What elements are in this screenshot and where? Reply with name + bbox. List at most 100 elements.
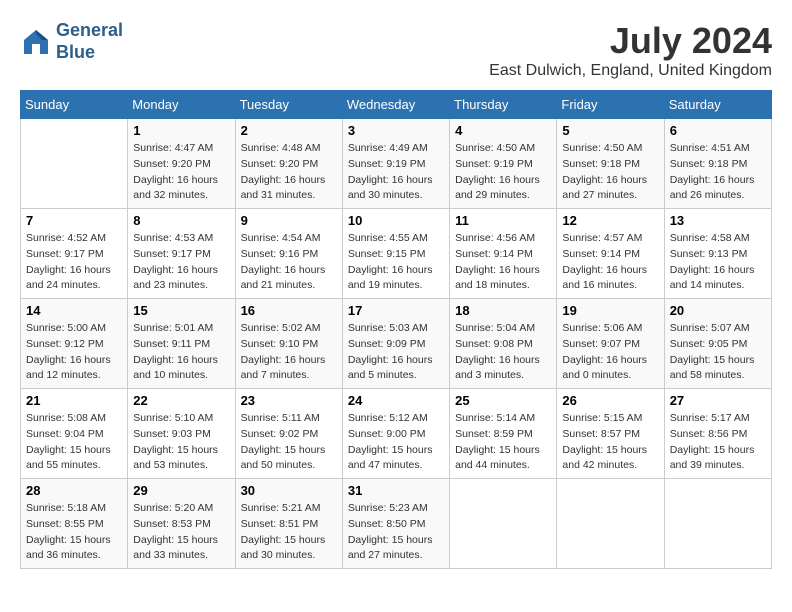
calendar-cell: 30 Sunrise: 5:21 AM Sunset: 8:51 PM Dayli…	[235, 479, 342, 569]
calendar-cell: 6 Sunrise: 4:51 AM Sunset: 9:18 PM Daylig…	[664, 119, 771, 209]
logo: General Blue	[20, 20, 123, 63]
calendar-cell: 28 Sunrise: 5:18 AM Sunset: 8:55 PM Dayli…	[21, 479, 128, 569]
day-info: Sunrise: 5:03 AM Sunset: 9:09 PM Dayligh…	[348, 321, 444, 384]
day-info: Sunrise: 4:57 AM Sunset: 9:14 PM Dayligh…	[562, 231, 658, 294]
day-number: 9	[241, 213, 337, 228]
week-row-1: 1Sunrise: 4:47 AM Sunset: 9:20 PM Daylig…	[21, 119, 772, 209]
day-number: 10	[348, 213, 444, 228]
logo-text: General Blue	[56, 20, 123, 63]
calendar-cell: 23 Sunrise: 5:11 AM Sunset: 9:02 PM Dayli…	[235, 389, 342, 479]
day-number: 30	[241, 483, 337, 498]
day-number: 19	[562, 303, 658, 318]
calendar-cell: 7Sunrise: 4:52 AM Sunset: 9:17 PM Daylig…	[21, 209, 128, 299]
day-info: Sunrise: 4:55 AM Sunset: 9:15 PM Dayligh…	[348, 231, 444, 294]
calendar-cell: 16 Sunrise: 5:02 AM Sunset: 9:10 PM Dayli…	[235, 299, 342, 389]
day-info: Sunrise: 5:11 AM Sunset: 9:02 PM Dayligh…	[241, 411, 337, 474]
day-info: Sunrise: 5:12 AM Sunset: 9:00 PM Dayligh…	[348, 411, 444, 474]
calendar-cell: 24 Sunrise: 5:12 AM Sunset: 9:00 PM Dayli…	[342, 389, 449, 479]
week-row-3: 14 Sunrise: 5:00 AM Sunset: 9:12 PM Dayli…	[21, 299, 772, 389]
calendar-cell: 31Sunrise: 5:23 AM Sunset: 8:50 PM Dayli…	[342, 479, 449, 569]
day-number: 28	[26, 483, 122, 498]
day-info: Sunrise: 5:00 AM Sunset: 9:12 PM Dayligh…	[26, 321, 122, 384]
day-number: 25	[455, 393, 551, 408]
day-info: Sunrise: 5:15 AM Sunset: 8:57 PM Dayligh…	[562, 411, 658, 474]
day-number: 16	[241, 303, 337, 318]
title-area: July 2024 East Dulwich, England, United …	[489, 20, 772, 80]
day-header-saturday: Saturday	[664, 91, 771, 119]
calendar-cell	[450, 479, 557, 569]
calendar-cell: 22 Sunrise: 5:10 AM Sunset: 9:03 PM Dayli…	[128, 389, 235, 479]
day-number: 23	[241, 393, 337, 408]
day-number: 20	[670, 303, 766, 318]
day-info: Sunrise: 4:48 AM Sunset: 9:20 PM Dayligh…	[241, 141, 337, 204]
calendar-cell: 14 Sunrise: 5:00 AM Sunset: 9:12 PM Dayli…	[21, 299, 128, 389]
calendar-cell: 5 Sunrise: 4:50 AM Sunset: 9:18 PM Daylig…	[557, 119, 664, 209]
calendar-cell: 21 Sunrise: 5:08 AM Sunset: 9:04 PM Dayli…	[21, 389, 128, 479]
day-info: Sunrise: 4:52 AM Sunset: 9:17 PM Dayligh…	[26, 231, 122, 294]
logo-icon	[20, 26, 52, 58]
day-info: Sunrise: 4:50 AM Sunset: 9:18 PM Dayligh…	[562, 141, 658, 204]
day-number: 12	[562, 213, 658, 228]
day-number: 15	[133, 303, 229, 318]
day-info: Sunrise: 5:23 AM Sunset: 8:50 PM Dayligh…	[348, 501, 444, 564]
day-info: Sunrise: 5:10 AM Sunset: 9:03 PM Dayligh…	[133, 411, 229, 474]
day-number: 27	[670, 393, 766, 408]
day-info: Sunrise: 5:18 AM Sunset: 8:55 PM Dayligh…	[26, 501, 122, 564]
day-header-monday: Monday	[128, 91, 235, 119]
day-info: Sunrise: 5:01 AM Sunset: 9:11 PM Dayligh…	[133, 321, 229, 384]
day-info: Sunrise: 5:17 AM Sunset: 8:56 PM Dayligh…	[670, 411, 766, 474]
calendar-cell: 9 Sunrise: 4:54 AM Sunset: 9:16 PM Daylig…	[235, 209, 342, 299]
calendar-cell: 27 Sunrise: 5:17 AM Sunset: 8:56 PM Dayli…	[664, 389, 771, 479]
page-header: General Blue July 2024 East Dulwich, Eng…	[20, 20, 772, 80]
day-info: Sunrise: 5:20 AM Sunset: 8:53 PM Dayligh…	[133, 501, 229, 564]
header-row: SundayMondayTuesdayWednesdayThursdayFrid…	[21, 91, 772, 119]
day-info: Sunrise: 5:21 AM Sunset: 8:51 PM Dayligh…	[241, 501, 337, 564]
day-number: 13	[670, 213, 766, 228]
day-info: Sunrise: 4:53 AM Sunset: 9:17 PM Dayligh…	[133, 231, 229, 294]
day-header-wednesday: Wednesday	[342, 91, 449, 119]
calendar-cell: 8 Sunrise: 4:53 AM Sunset: 9:17 PM Daylig…	[128, 209, 235, 299]
logo-line1: General	[56, 20, 123, 40]
day-header-tuesday: Tuesday	[235, 91, 342, 119]
day-info: Sunrise: 4:54 AM Sunset: 9:16 PM Dayligh…	[241, 231, 337, 294]
day-info: Sunrise: 4:51 AM Sunset: 9:18 PM Dayligh…	[670, 141, 766, 204]
day-info: Sunrise: 5:14 AM Sunset: 8:59 PM Dayligh…	[455, 411, 551, 474]
day-info: Sunrise: 4:56 AM Sunset: 9:14 PM Dayligh…	[455, 231, 551, 294]
day-info: Sunrise: 5:08 AM Sunset: 9:04 PM Dayligh…	[26, 411, 122, 474]
day-info: Sunrise: 5:04 AM Sunset: 9:08 PM Dayligh…	[455, 321, 551, 384]
day-info: Sunrise: 4:58 AM Sunset: 9:13 PM Dayligh…	[670, 231, 766, 294]
day-number: 26	[562, 393, 658, 408]
day-number: 3	[348, 123, 444, 138]
calendar-cell	[664, 479, 771, 569]
day-header-friday: Friday	[557, 91, 664, 119]
day-number: 6	[670, 123, 766, 138]
calendar-table: SundayMondayTuesdayWednesdayThursdayFrid…	[20, 90, 772, 569]
calendar-cell: 20Sunrise: 5:07 AM Sunset: 9:05 PM Dayli…	[664, 299, 771, 389]
day-number: 14	[26, 303, 122, 318]
calendar-cell: 4 Sunrise: 4:50 AM Sunset: 9:19 PM Daylig…	[450, 119, 557, 209]
location: East Dulwich, England, United Kingdom	[489, 62, 772, 80]
day-number: 24	[348, 393, 444, 408]
calendar-cell: 10 Sunrise: 4:55 AM Sunset: 9:15 PM Dayli…	[342, 209, 449, 299]
day-number: 5	[562, 123, 658, 138]
day-number: 22	[133, 393, 229, 408]
day-info: Sunrise: 4:50 AM Sunset: 9:19 PM Dayligh…	[455, 141, 551, 204]
week-row-2: 7Sunrise: 4:52 AM Sunset: 9:17 PM Daylig…	[21, 209, 772, 299]
day-header-sunday: Sunday	[21, 91, 128, 119]
day-number: 29	[133, 483, 229, 498]
calendar-cell: 19 Sunrise: 5:06 AM Sunset: 9:07 PM Dayli…	[557, 299, 664, 389]
day-number: 4	[455, 123, 551, 138]
week-row-4: 21 Sunrise: 5:08 AM Sunset: 9:04 PM Dayli…	[21, 389, 772, 479]
day-info: Sunrise: 5:06 AM Sunset: 9:07 PM Dayligh…	[562, 321, 658, 384]
day-number: 21	[26, 393, 122, 408]
day-number: 8	[133, 213, 229, 228]
calendar-cell: 11Sunrise: 4:56 AM Sunset: 9:14 PM Dayli…	[450, 209, 557, 299]
day-number: 17	[348, 303, 444, 318]
day-number: 1	[133, 123, 229, 138]
day-info: Sunrise: 5:02 AM Sunset: 9:10 PM Dayligh…	[241, 321, 337, 384]
calendar-cell: 3Sunrise: 4:49 AM Sunset: 9:19 PM Daylig…	[342, 119, 449, 209]
day-number: 2	[241, 123, 337, 138]
day-number: 18	[455, 303, 551, 318]
calendar-cell: 1Sunrise: 4:47 AM Sunset: 9:20 PM Daylig…	[128, 119, 235, 209]
calendar-cell: 2 Sunrise: 4:48 AM Sunset: 9:20 PM Daylig…	[235, 119, 342, 209]
